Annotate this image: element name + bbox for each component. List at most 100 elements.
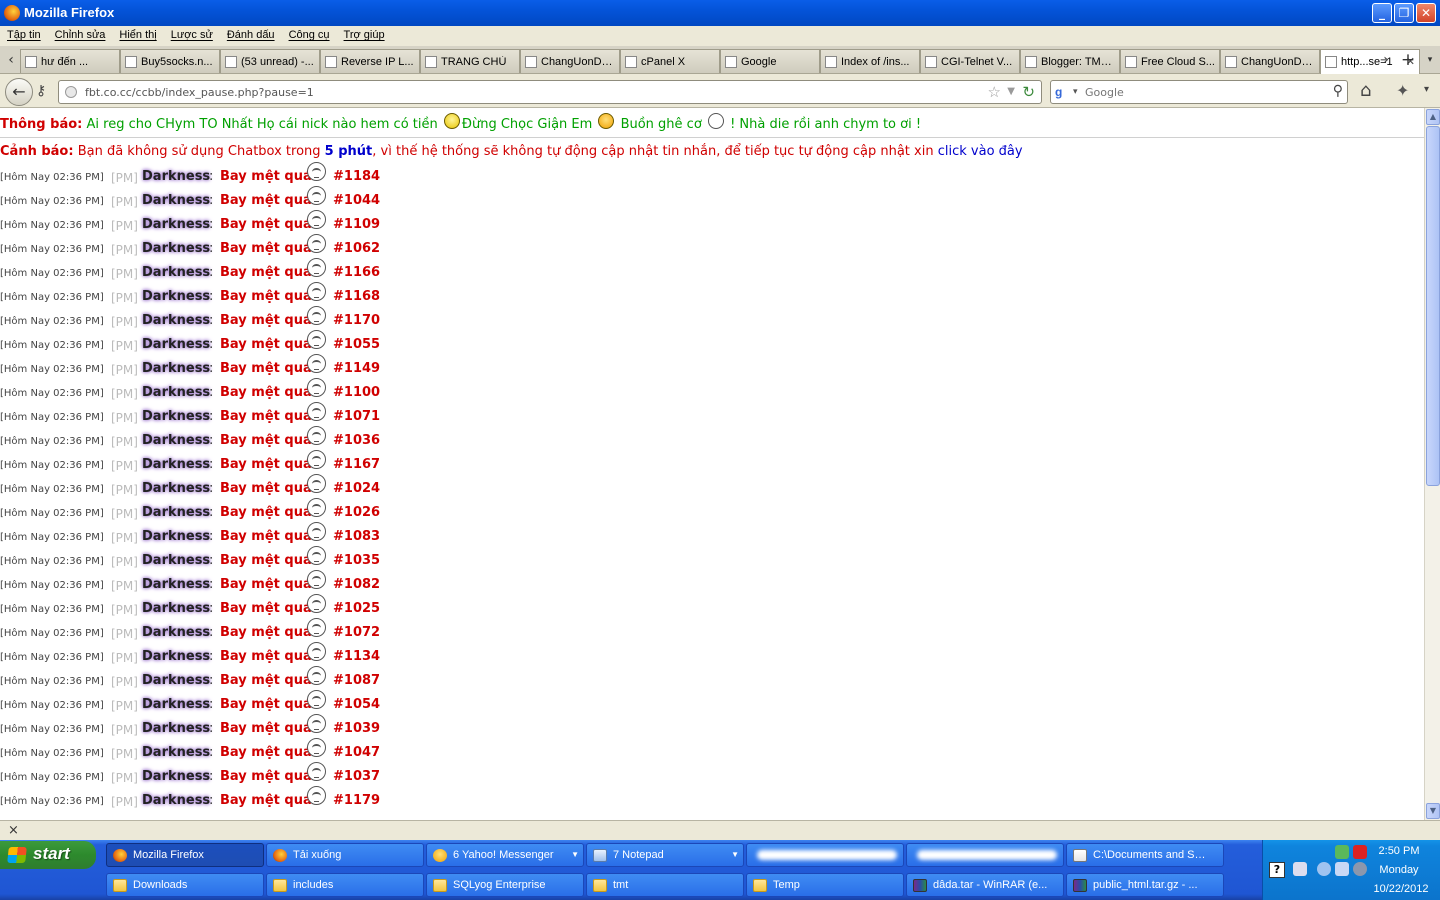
menu-item[interactable]: Đánh dấu <box>220 26 282 41</box>
speaker-icon[interactable] <box>1353 862 1367 876</box>
pm-link[interactable]: [PM] <box>111 363 138 377</box>
back-button[interactable]: ← <box>5 78 33 106</box>
bookmark-star-icon[interactable]: ☆ <box>988 83 1001 101</box>
pm-link[interactable]: [PM] <box>111 507 138 521</box>
scroll-up-icon[interactable]: ▲ <box>1426 109 1440 125</box>
tab[interactable]: Free Cloud S... <box>1120 49 1220 73</box>
tab[interactable]: Buy5socks.n... <box>120 49 220 73</box>
taskbar-button[interactable]: Downloads <box>106 873 264 897</box>
antivirus-icon[interactable] <box>1353 845 1367 859</box>
pm-link[interactable]: [PM] <box>111 339 138 353</box>
tab[interactable]: cPanel X <box>620 49 720 73</box>
toolbar-menu-icon[interactable]: ▾ <box>1424 84 1429 95</box>
tab[interactable]: TRANG CHỦ <box>420 49 520 73</box>
engine-dropdown-icon[interactable]: ▾ <box>1073 87 1078 97</box>
message-username[interactable]: Darkness <box>142 577 210 592</box>
scroll-thumb[interactable] <box>1426 126 1440 486</box>
pm-link[interactable]: [PM] <box>111 531 138 545</box>
back-arrow-tray-icon[interactable] <box>1317 862 1331 876</box>
pm-link[interactable]: [PM] <box>111 195 138 209</box>
address-bar[interactable]: ☆ ▼ ↻ <box>58 80 1042 104</box>
message-username[interactable]: Darkness <box>142 529 210 544</box>
taskbar-button[interactable]: dâda.tar - WinRAR (e... <box>906 873 1064 897</box>
tab[interactable]: hư đến ... <box>20 49 120 73</box>
pm-link[interactable]: [PM] <box>111 675 138 689</box>
message-username[interactable]: Darkness <box>142 769 210 784</box>
pm-link[interactable]: [PM] <box>111 315 138 329</box>
pm-link[interactable]: [PM] <box>111 171 138 185</box>
pm-link[interactable]: [PM] <box>111 555 138 569</box>
pm-link[interactable]: [PM] <box>111 219 138 233</box>
tab[interactable]: Reverse IP L... <box>320 49 420 73</box>
taskbar-button[interactable]: SQLyog Enterprise <box>426 873 584 897</box>
taskbar-button[interactable]: Mozilla Firefox <box>106 843 264 867</box>
pm-link[interactable]: [PM] <box>111 795 138 809</box>
message-username[interactable]: Darkness <box>142 553 210 568</box>
message-username[interactable]: Darkness <box>142 721 210 736</box>
message-username[interactable]: Darkness <box>142 457 210 472</box>
pm-link[interactable]: [PM] <box>111 723 138 737</box>
taskbar-button[interactable]: Temp <box>746 873 904 897</box>
message-username[interactable]: Darkness <box>142 193 210 208</box>
menu-item[interactable]: Hiển thị <box>112 26 163 41</box>
message-username[interactable]: Darkness <box>142 601 210 616</box>
app-tray-icon[interactable] <box>1335 845 1349 859</box>
search-icon[interactable]: ⚲ <box>1333 83 1343 99</box>
addon-icon[interactable]: ✦ <box>1396 81 1409 100</box>
message-username[interactable]: Darkness <box>142 313 210 328</box>
tab[interactable]: ChangUonDy... <box>520 49 620 73</box>
pm-link[interactable]: [PM] <box>111 651 138 665</box>
pm-link[interactable]: [PM] <box>111 411 138 425</box>
reload-icon[interactable]: ↻ <box>1022 83 1035 101</box>
new-tab-icon[interactable]: + <box>1400 52 1416 69</box>
close-button[interactable]: ✕ <box>1416 3 1436 23</box>
pm-link[interactable]: [PM] <box>111 291 138 305</box>
pm-link[interactable]: [PM] <box>111 267 138 281</box>
message-username[interactable]: Darkness <box>142 337 210 352</box>
message-username[interactable]: Darkness <box>142 433 210 448</box>
click-link[interactable]: click <box>938 144 967 159</box>
message-username[interactable]: Darkness <box>142 745 210 760</box>
start-button[interactable]: start <box>0 841 96 869</box>
message-username[interactable]: Darkness <box>142 265 210 280</box>
maximize-button[interactable]: ❐ <box>1394 3 1414 23</box>
menu-item[interactable]: Chỉnh sửa <box>48 26 113 41</box>
monitor-icon[interactable] <box>1335 862 1349 876</box>
google-engine-icon[interactable]: g <box>1055 85 1071 101</box>
tab-scroll-left-icon[interactable]: ‹ <box>3 52 19 68</box>
pm-link[interactable]: [PM] <box>111 579 138 593</box>
tab[interactable]: Index of /ins... <box>820 49 920 73</box>
message-username[interactable]: Darkness <box>142 169 210 184</box>
message-username[interactable]: Darkness <box>142 385 210 400</box>
message-username[interactable]: Darkness <box>142 241 210 256</box>
minimize-button[interactable]: _ <box>1372 3 1392 23</box>
vertical-scrollbar[interactable]: ▲ ▼ <box>1424 108 1440 820</box>
message-username[interactable]: Darkness <box>142 625 210 640</box>
message-username[interactable]: Darkness <box>142 289 210 304</box>
message-username[interactable]: Darkness <box>142 697 210 712</box>
pm-link[interactable]: [PM] <box>111 603 138 617</box>
taskbar-button[interactable]: C:\Documents and Se... <box>1066 843 1224 867</box>
taskbar-button[interactable]: Tải xuống <box>266 843 424 867</box>
message-username[interactable]: Darkness <box>142 649 210 664</box>
message-username[interactable]: Darkness <box>142 409 210 424</box>
tab[interactable]: ChangUonDy... <box>1220 49 1320 73</box>
tab[interactable]: CGI-Telnet V... <box>920 49 1020 73</box>
pm-link[interactable]: [PM] <box>111 627 138 641</box>
pm-link[interactable]: [PM] <box>111 459 138 473</box>
message-username[interactable]: Darkness <box>142 361 210 376</box>
key-icon[interactable]: ⚷ <box>36 83 46 99</box>
search-input[interactable] <box>1085 84 1325 100</box>
message-username[interactable]: Darkness <box>142 505 210 520</box>
pm-link[interactable]: [PM] <box>111 387 138 401</box>
scroll-down-icon[interactable]: ▼ <box>1426 803 1440 819</box>
help-icon[interactable]: ? <box>1269 862 1285 878</box>
pm-link[interactable]: [PM] <box>111 483 138 497</box>
menu-item[interactable]: Lược sử <box>164 26 220 41</box>
taskbar-button[interactable]: tmt <box>586 873 744 897</box>
pm-link[interactable]: [PM] <box>111 435 138 449</box>
pm-link[interactable]: [PM] <box>111 243 138 257</box>
tab-scroll-right-icon[interactable]: › <box>1378 52 1394 68</box>
menu-item[interactable]: Công cụ <box>282 26 337 41</box>
message-username[interactable]: Darkness <box>142 673 210 688</box>
